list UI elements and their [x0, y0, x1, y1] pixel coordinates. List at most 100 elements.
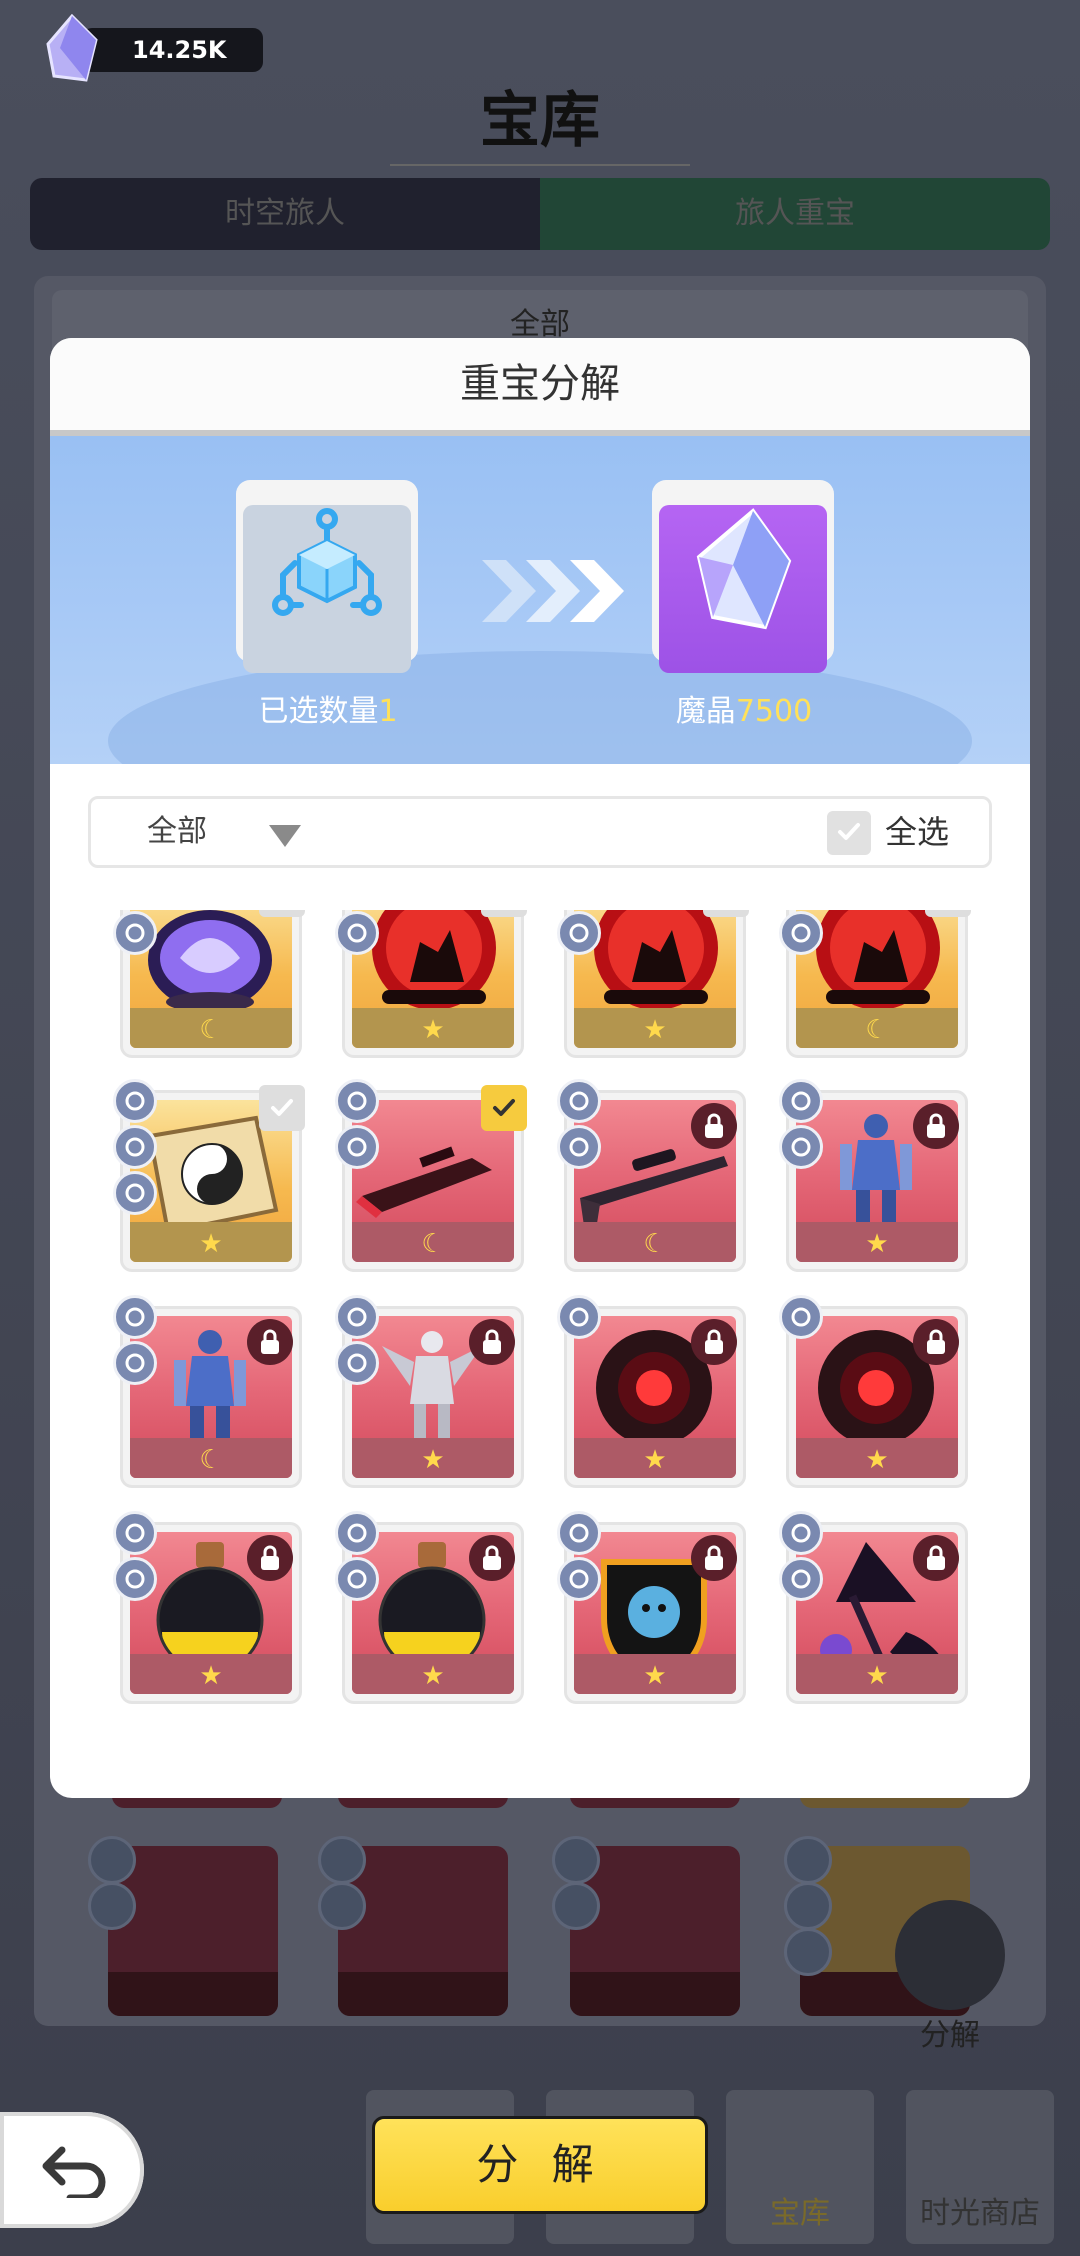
moon-rank-icon: ☾	[643, 1229, 667, 1259]
bg-tag-icon	[88, 1882, 136, 1930]
scales-icon	[779, 1557, 823, 1601]
back-button[interactable]	[0, 2112, 144, 2228]
select-checkbox[interactable]	[481, 910, 527, 917]
lock-icon	[913, 1535, 959, 1581]
selected-count-label: 已选数量1	[178, 686, 478, 730]
bg-card	[338, 1846, 508, 2016]
star-rank-icon: ★	[421, 1015, 445, 1045]
filter-dropdown[interactable]: 全部	[147, 799, 207, 865]
rabbit-icon	[557, 1125, 601, 1169]
star-rank-icon: ★	[865, 1661, 889, 1691]
treasure-card-fighters-orb[interactable]: ★	[335, 910, 527, 1058]
filter-bar: 全部 全选	[88, 796, 992, 868]
select-all-checkbox[interactable]	[827, 811, 871, 855]
castle-icon	[113, 911, 157, 955]
vehicle-icon	[113, 1295, 157, 1339]
select-checkbox[interactable]	[925, 910, 971, 917]
back-arrow-icon	[42, 2146, 106, 2198]
bg-card	[108, 1846, 278, 2016]
star-rank-icon: ★	[865, 1229, 889, 1259]
treasure-card-golden-potion[interactable]: ★	[113, 1511, 302, 1704]
selected-count-value: 1	[378, 694, 398, 729]
treasure-card-blue-mech[interactable]: ☾	[113, 1295, 302, 1488]
flag-icon	[335, 1125, 379, 1169]
treasure-card-white-mech[interactable]: ★	[335, 1295, 524, 1488]
snowflake-icon	[113, 1557, 157, 1601]
treasure-card-witch-staff[interactable]: ★	[779, 1511, 968, 1704]
treasure-card-golden-potion[interactable]: ★	[335, 1511, 524, 1704]
scales-icon	[113, 1125, 157, 1169]
crosshair-icon	[335, 1079, 379, 1123]
person-icon	[113, 1079, 157, 1123]
swords-icon	[113, 1171, 157, 1215]
reward-amount-value: 7500	[735, 694, 813, 729]
select-checkbox[interactable]	[703, 910, 749, 917]
title-divider	[390, 164, 690, 166]
star-rank-icon: ★	[421, 1445, 445, 1475]
mountain-icon	[335, 1341, 379, 1385]
flame-icon	[113, 1341, 157, 1385]
reward-label-text: 魔晶	[675, 694, 736, 729]
treasure-grid: ☾ ★ ★ ☾ ★ ☾ ☾ ★ ☾ ★ ★ ★ ★ ★ ★ ★	[50, 910, 1030, 1740]
lightning-icon	[557, 911, 601, 955]
bg-tag-icon	[552, 1882, 600, 1930]
treasure-card-purple-orb[interactable]: ☾	[113, 910, 305, 1058]
crystal-icon	[696, 508, 792, 630]
decompose-button[interactable]: 分 解	[372, 2116, 708, 2214]
treasure-card-fighters-orb[interactable]: ☾	[779, 910, 971, 1058]
treasure-card-beast-shield[interactable]: ★	[557, 1511, 746, 1704]
nav-item-vault[interactable]: 宝库	[726, 2090, 874, 2244]
treasure-card-dark-vortex[interactable]: ★	[779, 1295, 968, 1488]
shield-icon	[557, 1511, 601, 1555]
select-checkbox[interactable]	[259, 1085, 305, 1131]
treasure-card-blue-mech[interactable]: ★	[779, 1079, 968, 1272]
treasure-card-yinyang-book[interactable]: ★	[113, 1079, 305, 1272]
mountain-icon	[557, 1557, 601, 1601]
select-checkbox[interactable]	[259, 910, 305, 917]
rocket-icon	[557, 1295, 601, 1339]
vehicle-icon	[779, 1079, 823, 1123]
bg-tag-icon	[784, 1836, 832, 1884]
page-title: 宝库	[480, 86, 600, 156]
page-tabs: 时空旅人 旅人重宝	[30, 178, 1050, 250]
nav-item-shop[interactable]: 时光商店	[906, 2090, 1054, 2244]
reward-amount-label: 魔晶7500	[594, 686, 894, 730]
sword-icon	[779, 1511, 823, 1555]
tab-travelers[interactable]: 时空旅人	[30, 178, 540, 250]
conversion-banner: 已选数量1 魔晶7500	[50, 436, 1030, 764]
refresh-icon	[335, 1511, 379, 1555]
lock-icon	[691, 1103, 737, 1149]
crosshair-icon	[557, 1079, 601, 1123]
rocket-icon	[779, 1295, 823, 1339]
treasure-card-blaster-gun[interactable]: ☾	[335, 1079, 527, 1272]
treasure-card-fighters-orb[interactable]: ★	[557, 910, 749, 1058]
star-rank-icon: ★	[865, 1445, 889, 1475]
lock-icon	[913, 1319, 959, 1365]
selected-checkbox[interactable]	[481, 1085, 527, 1131]
selected-label-text: 已选数量	[258, 694, 379, 729]
moon-rank-icon: ☾	[421, 1229, 445, 1259]
tab-treasures[interactable]: 旅人重宝	[540, 178, 1050, 250]
lock-icon	[913, 1103, 959, 1149]
bg-tag-icon	[318, 1882, 366, 1930]
star-rank-icon: ★	[643, 1015, 667, 1045]
decompose-cube-icon	[272, 508, 382, 616]
vehicle-icon	[335, 1295, 379, 1339]
bg-tag-icon	[552, 1836, 600, 1884]
flame-icon	[779, 1125, 823, 1169]
bg-tag-icon	[784, 1928, 832, 1976]
lock-icon	[691, 1319, 737, 1365]
treasure-card-sniper-rifle[interactable]: ☾	[557, 1079, 746, 1272]
side-decompose-button[interactable]: 分解	[880, 1900, 1020, 2060]
lock-icon	[247, 1319, 293, 1365]
star-rank-icon: ★	[199, 1661, 223, 1691]
bg-tag-icon	[88, 1836, 136, 1884]
reward-slot	[652, 480, 834, 673]
star-rank-icon: ★	[643, 1661, 667, 1691]
bg-tag-icon	[318, 1836, 366, 1884]
selected-slot	[236, 480, 418, 673]
select-all-label[interactable]: 全选	[885, 799, 949, 865]
treasure-card-dark-vortex[interactable]: ★	[557, 1295, 746, 1488]
dropdown-arrow-icon[interactable]	[269, 825, 301, 847]
star-rank-icon: ★	[643, 1445, 667, 1475]
